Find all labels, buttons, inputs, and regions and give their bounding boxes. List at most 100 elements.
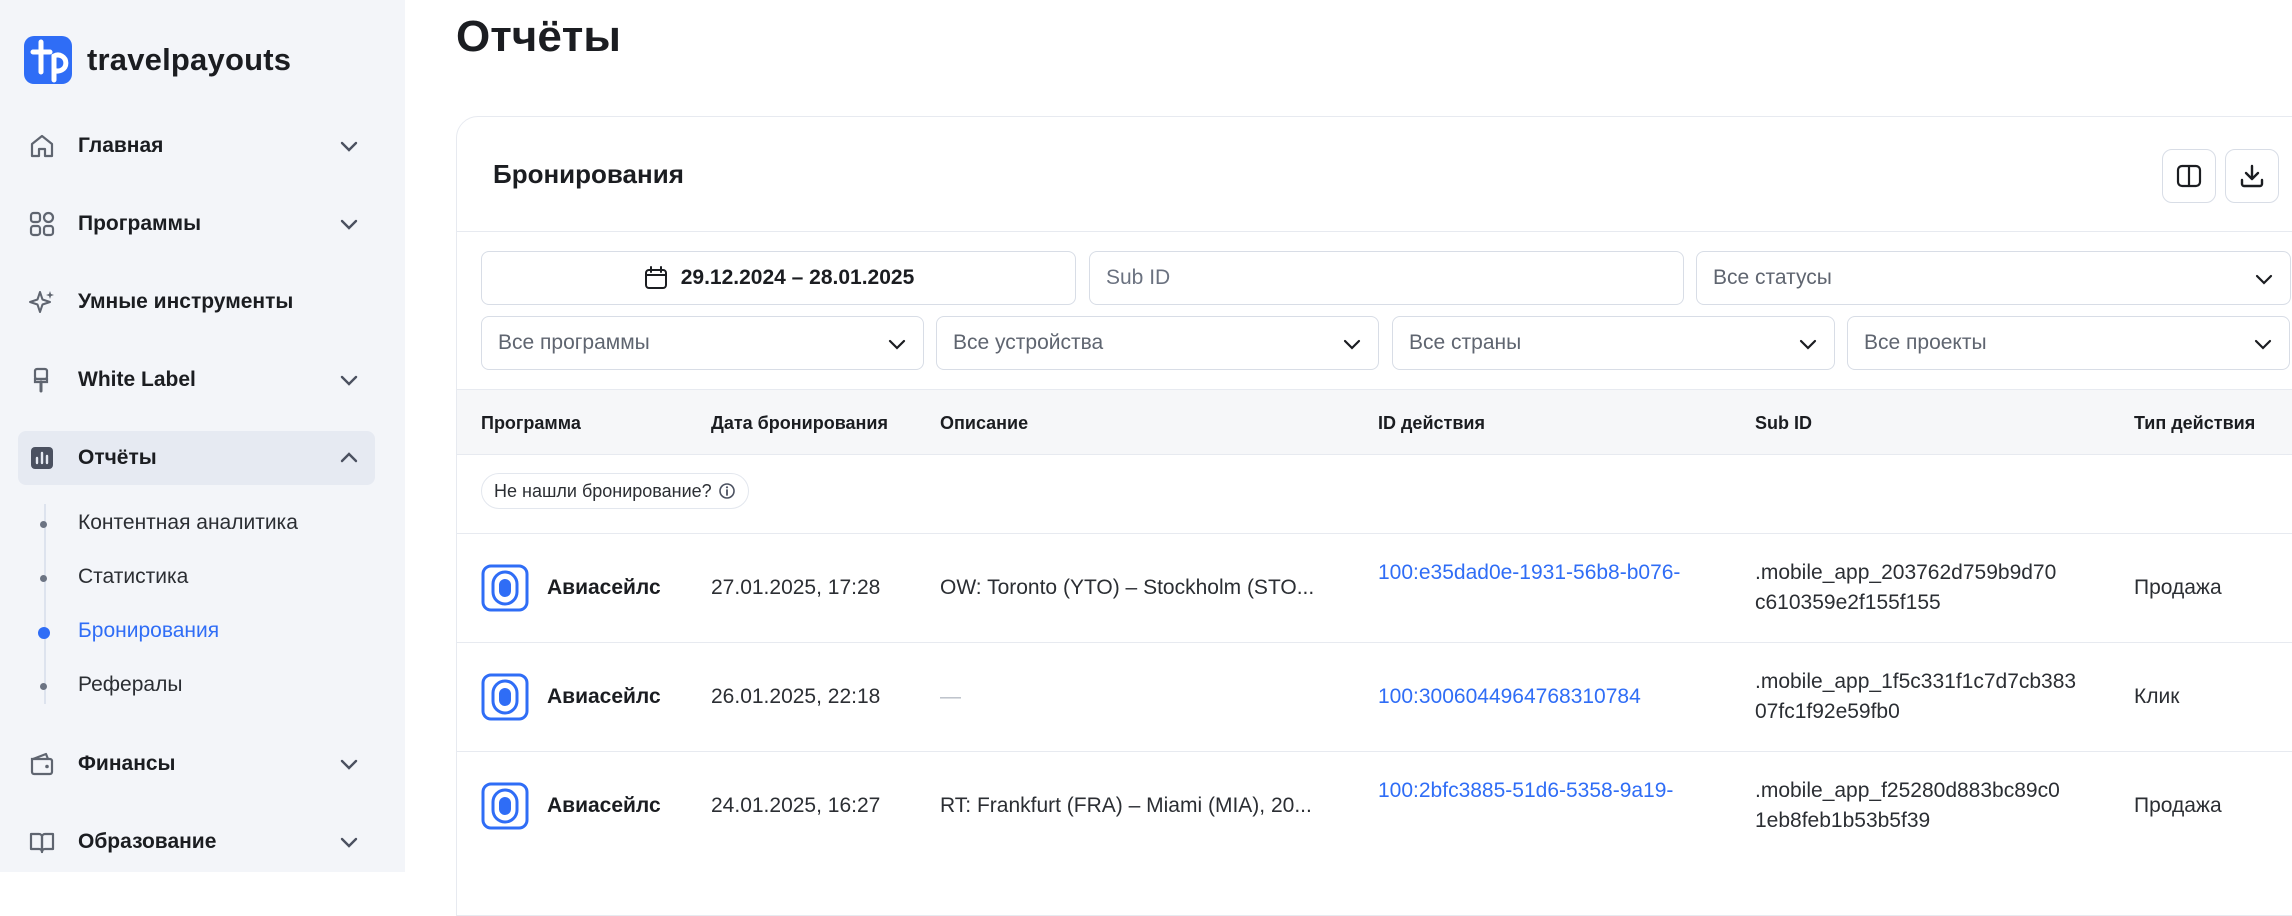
chevron-down-icon: [340, 837, 358, 848]
sidebar: travelpayouts Главная Программы Умные ин…: [0, 0, 405, 872]
subnav-item-statistics[interactable]: Статистика: [78, 565, 188, 589]
table-header: Программа Дата бронирования Описание ID …: [457, 389, 2292, 455]
sub-id-line2: 07fc1f92e59fb0: [1755, 700, 1900, 723]
travelpayouts-logo-icon: [24, 36, 72, 84]
wallet-icon: [30, 752, 54, 776]
projects-select[interactable]: Все проекты: [1847, 316, 2290, 370]
bookings-card: Бронирования 29.12.2024 – 28.01.2025 Все…: [456, 116, 2292, 916]
page-title: Отчёты: [456, 12, 621, 61]
program-name: Авиасейлс: [547, 794, 661, 817]
home-icon: [30, 134, 54, 158]
nav-label: Финансы: [78, 752, 176, 775]
chevron-up-icon: [340, 452, 358, 463]
card-title: Бронирования: [493, 159, 684, 189]
column-header[interactable]: Описание: [940, 413, 1028, 434]
submenu-dot-active: [38, 627, 50, 639]
nav-item-programs[interactable]: Программы: [18, 197, 375, 251]
programs-select[interactable]: Все программы: [481, 316, 924, 370]
nav-label: Главная: [78, 134, 164, 157]
nav-label: Отчёты: [78, 446, 157, 469]
columns-icon: [2176, 164, 2202, 188]
action-id-link[interactable]: 100:e35dad0e-1931-56b8-b076-: [1378, 558, 1680, 588]
book-icon: [29, 832, 55, 854]
column-header[interactable]: Sub ID: [1755, 413, 1812, 434]
chevron-down-icon: [2255, 274, 2273, 285]
nav-item-finance[interactable]: Финансы: [18, 737, 375, 791]
table-row[interactable]: Авиасейлс 24.01.2025, 16:27 RT: Frankfur…: [457, 751, 2292, 860]
date-range-value: 29.12.2024 – 28.01.2025: [680, 266, 915, 289]
download-button[interactable]: [2225, 149, 2279, 203]
action-id-link[interactable]: 100:2bfc3885-51d6-5358-9a19-: [1378, 776, 1673, 806]
nav-label: Образование: [78, 830, 217, 853]
aviasales-logo-icon: [481, 782, 529, 830]
submenu-dot: [40, 521, 47, 528]
action-id-link[interactable]: 100:3006044964768310784: [1378, 682, 1641, 712]
chevron-down-icon: [340, 375, 358, 386]
sub-id-line1: .mobile_app_f25280d883bc89c0: [1755, 779, 2060, 802]
program-name: Авиасейлс: [547, 685, 661, 708]
chevron-down-icon: [1799, 339, 1817, 350]
devices-select[interactable]: Все устройства: [936, 316, 1379, 370]
booking-description: RT: Frankfurt (FRA) – Miami (MIA), 20...: [940, 794, 1312, 817]
subnav-item-bookings[interactable]: Бронирования: [78, 619, 219, 643]
action-type: Клик: [2134, 685, 2180, 708]
subnav-item-content-analytics[interactable]: Контентная аналитика: [78, 511, 298, 535]
columns-button[interactable]: [2162, 149, 2216, 203]
app-name: travelpayouts: [87, 42, 292, 77]
column-header[interactable]: Тип действия: [2134, 413, 2255, 434]
aviasales-logo-icon: [481, 564, 529, 612]
calendar-icon: [644, 266, 667, 289]
sub-id-line1: .mobile_app_203762d759b9d70: [1755, 561, 2057, 584]
nav-item-reports[interactable]: Отчёты: [18, 431, 375, 485]
not-found-booking-button[interactable]: Не нашли бронирование?: [481, 473, 749, 509]
chart-icon: [31, 447, 53, 469]
program-name: Авиасейлс: [547, 576, 661, 599]
subnav-item-referrals[interactable]: Рефералы: [78, 673, 182, 697]
nav-item-education[interactable]: Образование: [18, 815, 375, 869]
countries-select[interactable]: Все страны: [1392, 316, 1835, 370]
booking-description: —: [940, 685, 961, 708]
submenu-dot: [40, 575, 47, 582]
nav-label: Программы: [78, 212, 202, 235]
booking-description: OW: Toronto (YTO) – Stockholm (STO...: [940, 576, 1315, 599]
chevron-down-icon: [2254, 339, 2272, 350]
card-divider: [457, 231, 2292, 232]
action-type: Продажа: [2134, 576, 2222, 599]
nav-item-home[interactable]: Главная: [18, 119, 375, 173]
info-icon: [718, 483, 735, 499]
booking-date: 26.01.2025, 22:18: [711, 685, 881, 708]
sub-id-line1: .mobile_app_1f5c331f1c7d7cb383: [1755, 670, 2077, 693]
column-header[interactable]: Программа: [481, 413, 581, 434]
date-range-picker[interactable]: 29.12.2024 – 28.01.2025: [481, 251, 1076, 305]
column-header[interactable]: ID действия: [1378, 413, 1485, 434]
grid-icon: [29, 211, 55, 237]
submenu-line: [44, 504, 46, 704]
table-row[interactable]: Авиасейлс 27.01.2025, 17:28 OW: Toronto …: [457, 533, 2292, 642]
projects-select-value: Все проекты: [1864, 331, 1987, 354]
status-select-value: Все статусы: [1713, 266, 1832, 289]
action-type: Продажа: [2134, 794, 2222, 817]
nav-label: Умные инструменты: [78, 290, 294, 313]
nav-item-white-label[interactable]: White Label: [18, 353, 375, 407]
brush-icon: [33, 367, 49, 393]
booking-date: 24.01.2025, 16:27: [711, 794, 881, 817]
booking-date: 27.01.2025, 17:28: [711, 576, 881, 599]
status-select[interactable]: Все статусы: [1696, 251, 2291, 305]
programs-select-value: Все программы: [498, 331, 650, 354]
devices-select-value: Все устройства: [953, 331, 1104, 354]
download-icon: [2240, 164, 2264, 188]
column-header[interactable]: Дата бронирования: [711, 413, 888, 434]
nav-item-smart-tools[interactable]: Умные инструменты: [18, 275, 375, 329]
countries-select-value: Все страны: [1409, 331, 1522, 354]
sparkle-icon: [29, 291, 54, 313]
table-row[interactable]: Авиасейлс 26.01.2025, 22:18 — 100:300604…: [457, 642, 2292, 751]
sub-id-line2: 1eb8feb1b53b5f39: [1755, 809, 1931, 832]
sub-id-line2: c610359e2f155f155: [1755, 591, 1941, 614]
nav-label: White Label: [78, 368, 196, 391]
logo[interactable]: travelpayouts: [24, 36, 291, 84]
chevron-down-icon: [340, 759, 358, 770]
subid-field[interactable]: [1089, 251, 1684, 305]
chevron-down-icon: [340, 219, 358, 230]
subid-input[interactable]: [1106, 266, 1683, 290]
not-found-label: Не нашли бронирование?: [494, 480, 712, 501]
